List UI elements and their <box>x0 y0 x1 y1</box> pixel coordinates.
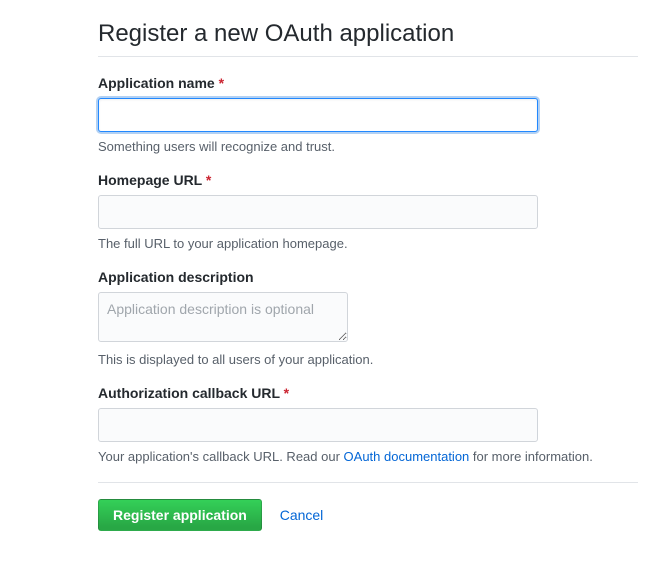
app-name-label: Application name * <box>98 75 638 91</box>
required-asterisk: * <box>219 75 224 91</box>
app-name-group: Application name * Something users will … <box>98 75 638 154</box>
homepage-url-help: The full URL to your application homepag… <box>98 236 638 251</box>
callback-url-label: Authorization callback URL * <box>98 385 638 401</box>
app-name-help: Something users will recognize and trust… <box>98 139 638 154</box>
app-name-input[interactable] <box>98 98 538 132</box>
callback-url-input[interactable] <box>98 408 538 442</box>
description-textarea[interactable] <box>98 292 348 342</box>
callback-help-suffix: for more information. <box>469 449 593 464</box>
required-asterisk: * <box>206 172 211 188</box>
callback-help-prefix: Your application's callback URL. Read ou… <box>98 449 344 464</box>
register-button[interactable]: Register application <box>98 499 262 531</box>
page-title: Register a new OAuth application <box>98 20 638 57</box>
description-help: This is displayed to all users of your a… <box>98 352 638 367</box>
callback-url-group: Authorization callback URL * Your applic… <box>98 385 638 464</box>
description-group: Application description This is displaye… <box>98 269 638 367</box>
homepage-url-input[interactable] <box>98 195 538 229</box>
required-asterisk: * <box>284 385 289 401</box>
description-label: Application description <box>98 269 638 285</box>
homepage-url-label: Homepage URL * <box>98 172 638 188</box>
oauth-docs-link[interactable]: OAuth documentation <box>344 449 470 464</box>
cancel-button[interactable]: Cancel <box>280 507 324 523</box>
app-name-label-text: Application name <box>98 75 215 91</box>
form-actions: Register application Cancel <box>98 482 638 531</box>
callback-url-help: Your application's callback URL. Read ou… <box>98 449 638 464</box>
homepage-url-label-text: Homepage URL <box>98 172 202 188</box>
callback-url-label-text: Authorization callback URL <box>98 385 280 401</box>
homepage-url-group: Homepage URL * The full URL to your appl… <box>98 172 638 251</box>
